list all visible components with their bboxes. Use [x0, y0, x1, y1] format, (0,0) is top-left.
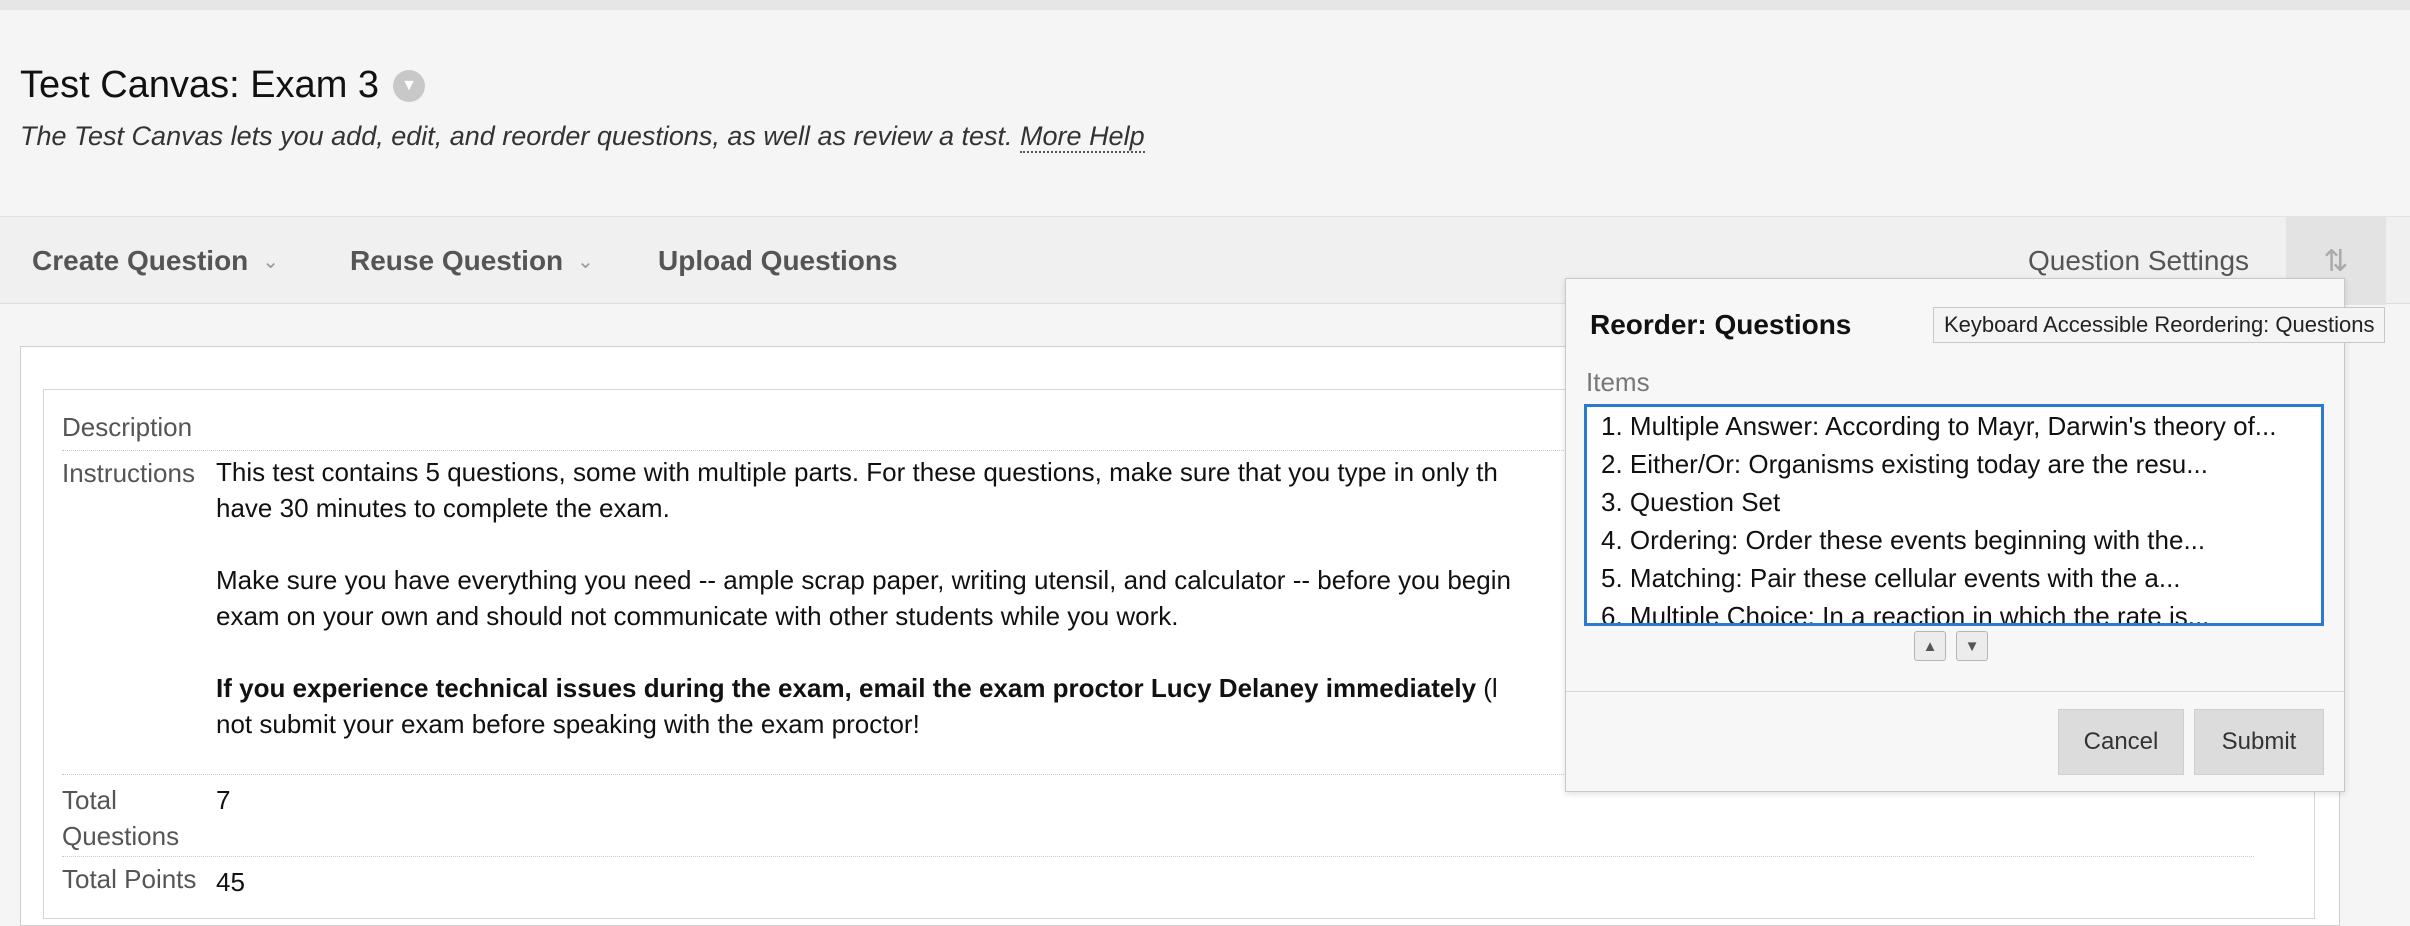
page-title: Test Canvas: Exam 3 ▼ — [20, 64, 426, 107]
cancel-button[interactable]: Cancel — [2058, 709, 2184, 775]
instructions-line: (l — [1476, 673, 1498, 703]
reuse-question-button[interactable]: Reuse Question ⌄ — [350, 217, 594, 305]
list-item[interactable]: 4. Ordering: Order these events beginnin… — [1587, 521, 2321, 559]
instructions-line: exam on your own and should not communic… — [216, 601, 1179, 631]
total-questions-label-line: Questions — [62, 821, 180, 851]
instructions-line: have 30 minutes to complete the exam. — [216, 493, 670, 523]
total-questions-label: Total Questions — [62, 782, 179, 854]
divider — [1566, 691, 2344, 692]
total-points-value: 45 — [216, 867, 245, 897]
chevron-down-icon: ▼ — [1964, 637, 1980, 655]
items-label: Items — [1586, 367, 1650, 397]
question-settings-label: Question Settings — [2028, 245, 2250, 276]
move-up-button[interactable]: ▲ — [1914, 631, 1946, 661]
instructions-line: Make sure you have everything you need -… — [216, 565, 1511, 595]
reuse-question-label: Reuse Question — [350, 245, 564, 276]
instructions-text: This test contains 5 questions, some wit… — [216, 454, 1696, 778]
top-strip — [0, 0, 2410, 10]
move-down-button[interactable]: ▼ — [1956, 631, 1988, 661]
description-label: Description — [62, 412, 193, 442]
create-question-label: Create Question — [32, 245, 249, 276]
list-item[interactable]: 1. Multiple Answer: According to Mayr, D… — [1587, 407, 2321, 445]
list-item[interactable]: 3. Question Set — [1587, 483, 2321, 521]
chevron-down-icon: ⌄ — [577, 250, 594, 273]
page-title-text: Test Canvas: Exam 3 — [20, 64, 380, 106]
reorder-dialog: Reorder: Questions Items 1. Multiple Ans… — [1565, 278, 2345, 792]
chevron-down-icon[interactable]: ▼ — [393, 69, 426, 102]
chevron-up-icon: ▲ — [1922, 637, 1938, 655]
total-points-label: Total Points — [62, 864, 197, 894]
list-item[interactable]: 2. Either/Or: Organisms existing today a… — [1587, 445, 2321, 483]
instructions-line: This test contains 5 questions, some wit… — [216, 457, 1498, 487]
submit-button[interactable]: Submit — [2194, 709, 2324, 775]
subtitle-text: The Test Canvas lets you add, edit, and … — [20, 121, 1013, 151]
upload-questions-label: Upload Questions — [658, 245, 898, 276]
instructions-bold: If you experience technical issues durin… — [216, 673, 1477, 703]
instructions-line: not submit your exam before speaking wit… — [216, 709, 920, 739]
chevron-down-icon: ⌄ — [262, 250, 280, 273]
instructions-label: Instructions — [62, 458, 195, 488]
reorder-dialog-title: Reorder: Questions — [1590, 309, 1852, 340]
list-item[interactable]: 5. Matching: Pair these cellular events … — [1587, 559, 2321, 597]
total-questions-value: 7 — [216, 785, 231, 815]
total-questions-label-line: Total — [62, 785, 117, 815]
sort-arrows-icon: ⇅ — [2323, 244, 2349, 278]
more-help-link[interactable]: More Help — [1020, 121, 1145, 153]
move-buttons: ▲ ▼ — [1914, 631, 1988, 661]
create-question-button[interactable]: Create Question ⌄ — [32, 217, 279, 305]
divider — [62, 856, 2254, 857]
list-item[interactable]: 6. Multiple Choice: In a reaction in whi… — [1587, 597, 2321, 623]
upload-questions-button[interactable]: Upload Questions — [658, 217, 898, 305]
page-subtitle: The Test Canvas lets you add, edit, and … — [20, 121, 1145, 153]
reorder-items-list[interactable]: 1. Multiple Answer: According to Mayr, D… — [1584, 404, 2324, 626]
tooltip: Keyboard Accessible Reordering: Question… — [1933, 307, 2386, 343]
